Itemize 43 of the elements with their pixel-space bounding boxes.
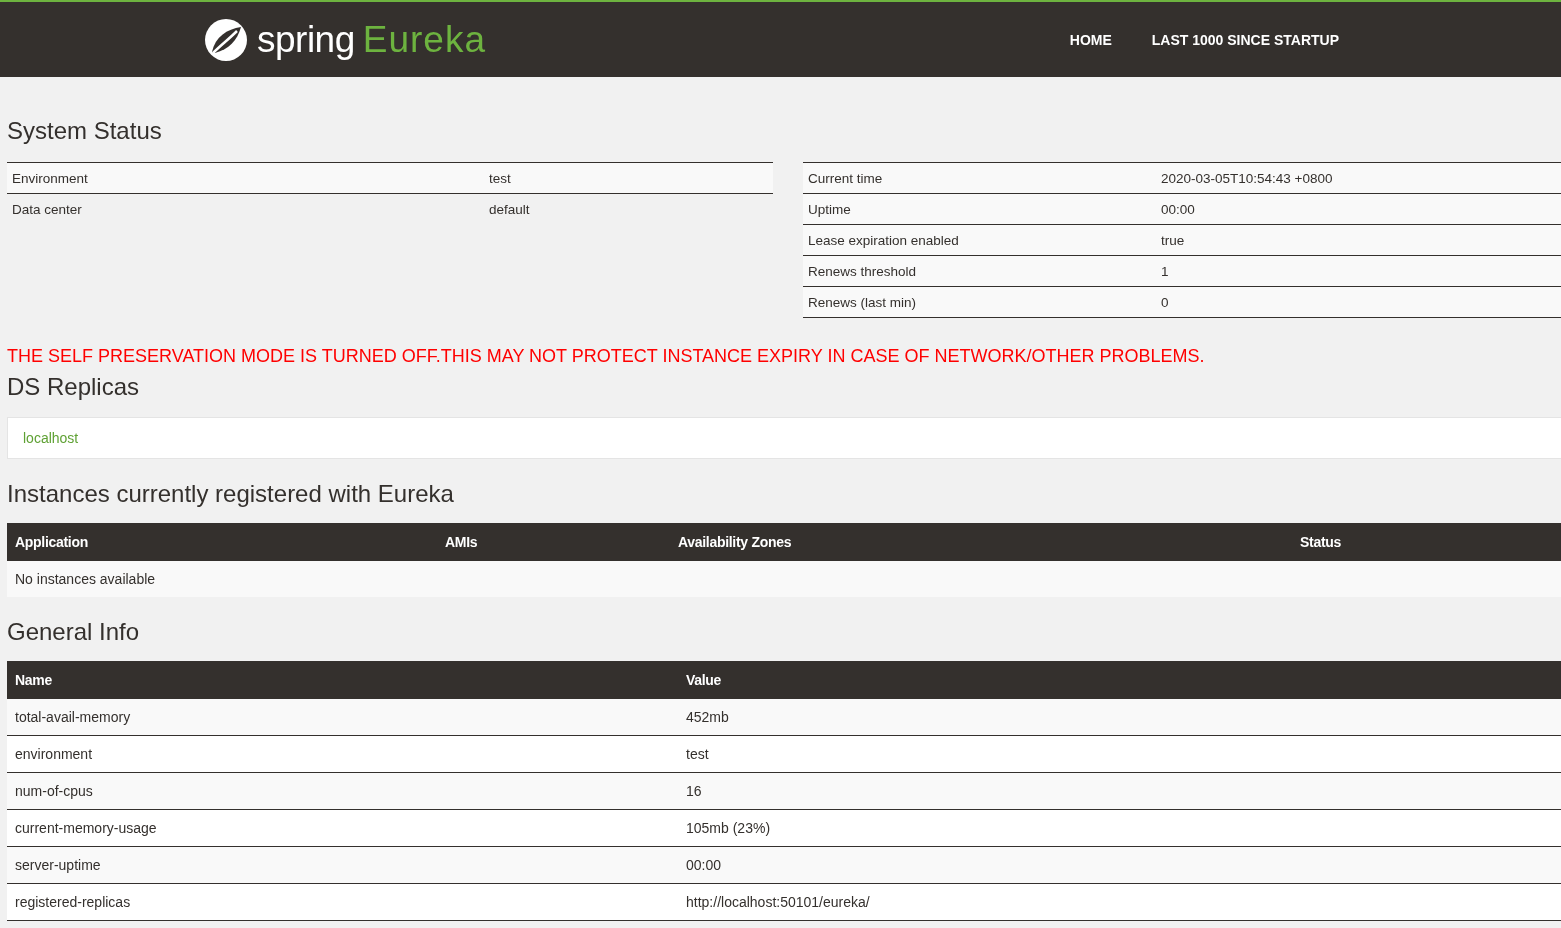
table-cell-text: Renews (last min): [808, 294, 918, 310]
table-cell: 2020-03-05T10:54:43 +0800: [1161, 170, 1333, 186]
section-heading: System Status: [7, 116, 163, 146]
table-cell-text: test: [686, 746, 710, 762]
table-cell: default: [489, 201, 530, 217]
column-header: Availability Zones: [678, 534, 793, 550]
nav-link[interactable]: HOME: [1069, 31, 1112, 48]
table-cell: true: [1161, 232, 1185, 248]
table-cell: 00:00: [1161, 201, 1195, 217]
column-header: Value: [686, 672, 723, 688]
column-header: Application: [15, 534, 89, 550]
table-cell-text: Lease expiration enabled: [808, 232, 960, 248]
table-cell-text: Current time: [808, 170, 884, 186]
logo-brand-text: spring: [257, 18, 355, 61]
table-cell-text: 16: [686, 783, 703, 799]
column-header: Name: [15, 672, 53, 688]
table-cell-text: environment: [15, 746, 94, 762]
table-cell-text: Uptime: [808, 201, 852, 217]
table-cell: 1: [1161, 263, 1169, 279]
warning-message: THE SELF PRESERVATION MODE IS TURNED OFF.THIS MAY NOT PROTECT INSTANCE EXPIRY IN CASE OF NETWORK/OTHER PROBLEMS.: [7, 346, 1206, 366]
column-header: AMIs: [445, 534, 479, 550]
section-heading: Instances currently registered with Eureka: [7, 479, 455, 509]
table-cell-text: server-uptime: [15, 857, 102, 873]
table-cell: test: [489, 170, 511, 186]
table-cell-text: 452mb: [686, 709, 730, 725]
empty-message: No instances available: [15, 571, 157, 587]
nav-link[interactable]: LAST 1000 SINCE STARTUP: [1151, 31, 1339, 48]
table-cell-text: http://localhost:50101/eureka/: [686, 894, 871, 910]
table-cell-text: Data center: [12, 201, 83, 217]
logo-product-text: Eureka: [362, 18, 486, 61]
table-cell-text: 105mb (23%): [686, 820, 772, 836]
section-heading: DS Replicas: [7, 372, 141, 402]
table-cell-text: current-memory-usage: [15, 820, 158, 836]
column-header: Status: [1300, 534, 1342, 550]
table-cell-text: Renews threshold: [808, 263, 918, 279]
section-heading: General Info: [7, 617, 141, 647]
table-cell-text: num-of-cpus: [15, 783, 94, 799]
table-cell-text: Environment: [12, 170, 89, 186]
table-cell-text: total-avail-memory: [15, 709, 132, 725]
table-cell-text: registered-replicas: [15, 894, 132, 910]
leaf-logo-icon: [203, 16, 249, 63]
table-cell: 0: [1161, 294, 1169, 310]
table-cell-text: 00:00: [686, 857, 723, 873]
